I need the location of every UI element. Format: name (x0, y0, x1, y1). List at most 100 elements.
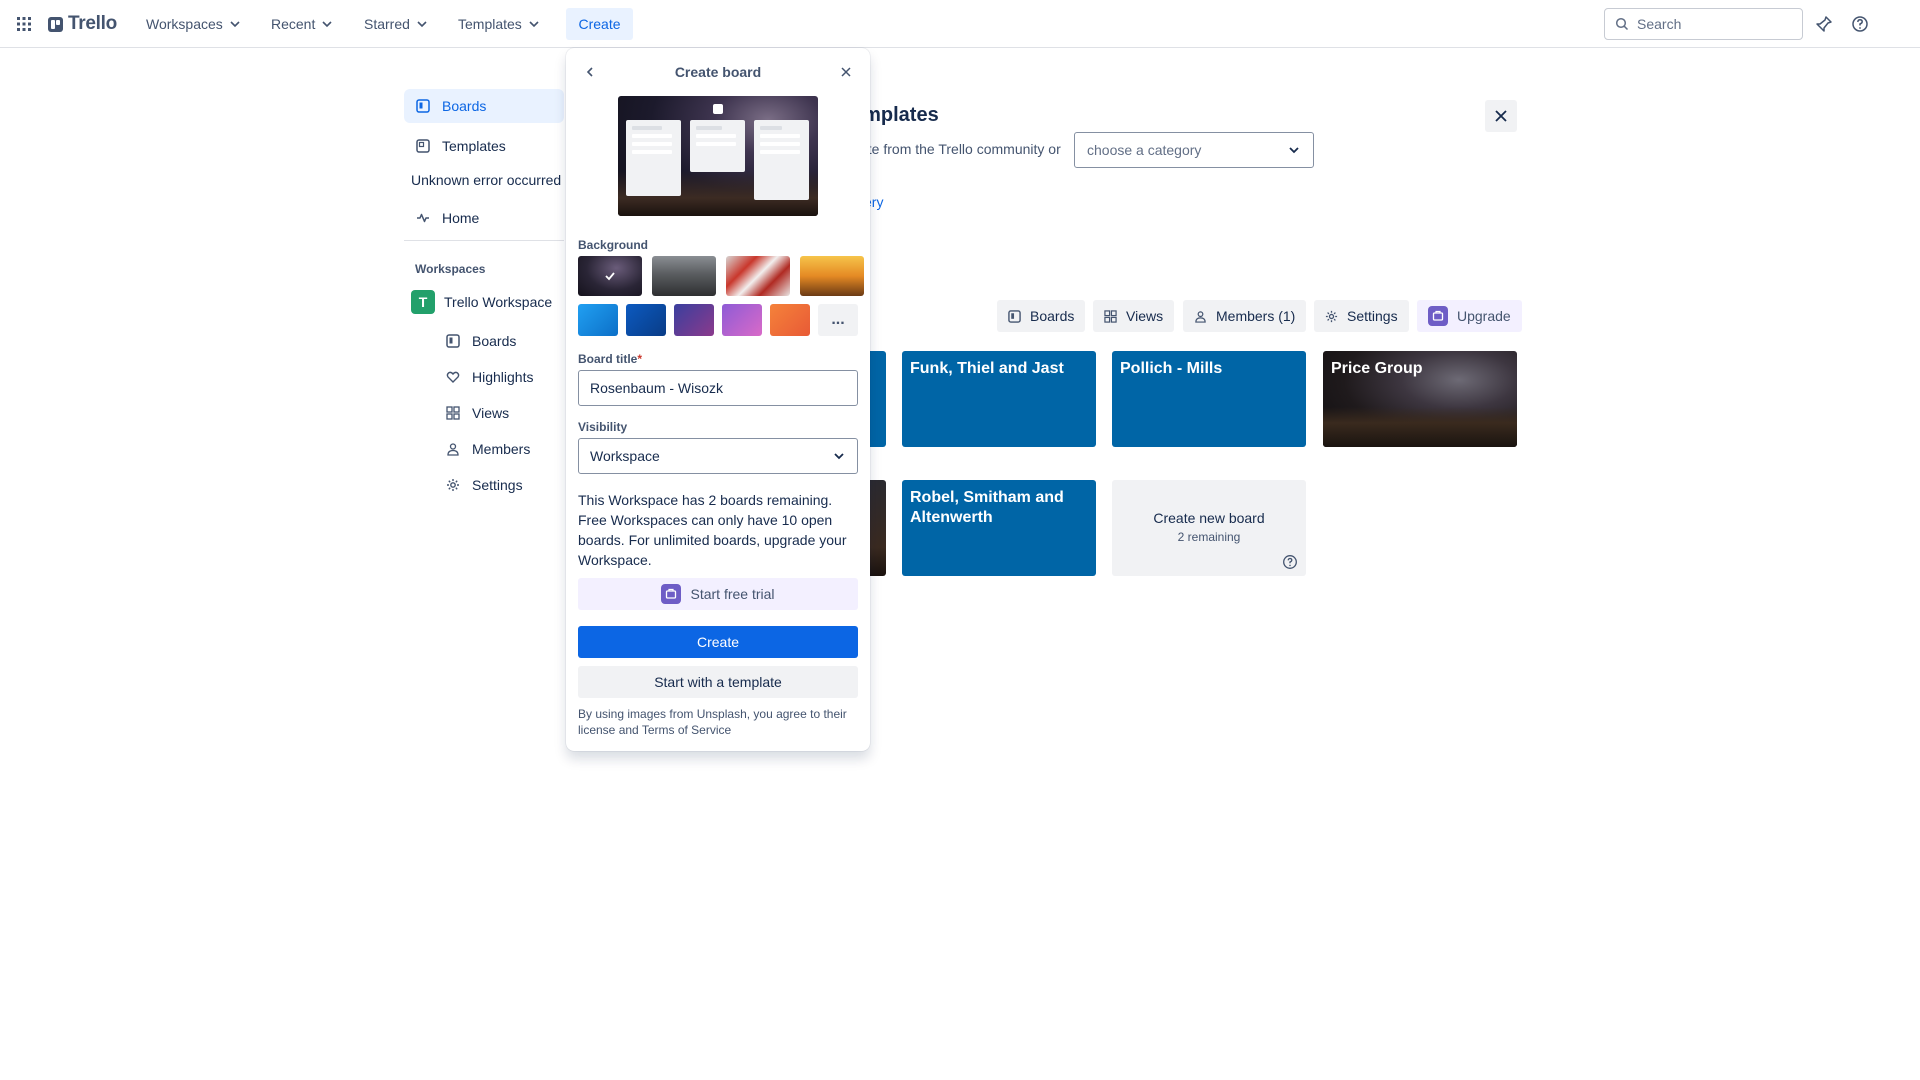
board-tile[interactable]: Pollich - Mills (1112, 351, 1306, 447)
start-free-trial-button[interactable]: Start free trial (578, 578, 858, 610)
board-icon (416, 99, 430, 113)
sidebar-divider (404, 240, 564, 241)
workspace-item-label: Members (472, 441, 531, 457)
activity-icon (417, 213, 429, 223)
background-color-option[interactable] (770, 304, 810, 336)
help-icon[interactable] (1848, 12, 1872, 36)
board-preview (618, 96, 818, 216)
members-icon (447, 443, 459, 456)
menu-workspaces[interactable]: Workspaces (144, 9, 243, 39)
create-button[interactable]: Create (566, 8, 633, 40)
visibility-value: Workspace (590, 448, 660, 464)
workspace-item-label: Highlights (472, 369, 534, 385)
sidebar-item-label: Boards (442, 98, 487, 114)
background-photo-option[interactable] (652, 256, 716, 296)
chevron-down-icon (529, 21, 539, 28)
board-tile[interactable]: Price Group (1323, 351, 1517, 447)
search-input[interactable]: Search (1604, 8, 1803, 40)
tab-upgrade[interactable]: Upgrade (1417, 300, 1522, 332)
unsplash-legal-text: By using images from Unsplash, you agree… (578, 707, 847, 737)
background-label: Background (578, 238, 649, 252)
chevron-down-icon (322, 21, 332, 28)
tab-views[interactable]: Views (1093, 300, 1175, 332)
board-tile[interactable]: Robel, Smitham and Altenwerth (902, 480, 1096, 576)
visibility-select[interactable]: Workspace (578, 438, 858, 474)
create-new-board-tile[interactable]: Create new board 2 remaining (1112, 480, 1306, 576)
tab-label: Settings (1347, 308, 1398, 324)
checkmark-icon (605, 272, 615, 281)
required-marker: * (637, 352, 643, 366)
board-tile[interactable]: Funk, Thiel and Jast (902, 351, 1096, 447)
trello-logo[interactable]: Trello (48, 12, 117, 36)
category-select-placeholder: choose a category (1087, 142, 1202, 158)
workspace-item-settings[interactable]: Settings (446, 473, 523, 497)
background-color-option[interactable] (626, 304, 666, 336)
trello-logo-icon (713, 104, 723, 114)
workspace-item[interactable]: T Trello Workspace (411, 290, 552, 314)
board-title: Funk, Thiel and Jast (910, 360, 1064, 377)
background-photo-option[interactable] (578, 256, 642, 296)
close-templates-button[interactable] (1485, 100, 1517, 132)
menu-starred-label: Starred (364, 16, 410, 32)
category-select[interactable]: choose a category (1074, 132, 1314, 168)
visibility-label: Visibility (578, 420, 628, 434)
boards-remaining-label: 2 remaining (1177, 530, 1241, 544)
board-title: Robel, Smitham and Altenwerth (910, 489, 1064, 526)
chevron-down-icon (834, 453, 844, 460)
tab-members[interactable]: Members (1) (1183, 300, 1307, 332)
more-backgrounds-button[interactable]: ... (818, 304, 858, 336)
start-with-template-button[interactable]: Start with a template (578, 666, 858, 698)
background-color-option[interactable] (674, 304, 714, 336)
help-icon[interactable] (1282, 554, 1298, 570)
gear-icon (1325, 310, 1338, 322)
create-board-submit-button[interactable]: Create (578, 626, 858, 658)
board-title: Pollich - Mills (1120, 360, 1223, 377)
workspace-item-views[interactable]: Views (446, 401, 509, 425)
boards-remaining-info: This Workspace has 2 boards remaining. F… (578, 492, 847, 568)
template-icon (416, 139, 430, 153)
tab-settings[interactable]: Settings (1314, 300, 1409, 332)
create-new-board-label: Create new board (1153, 510, 1265, 526)
workspace-item-members[interactable]: Members (446, 437, 530, 461)
popover-title: Create board (674, 64, 762, 80)
sidebar-item-boards[interactable]: Boards (404, 89, 564, 123)
workspace-item-label: Settings (472, 477, 523, 493)
board-icon (1008, 309, 1021, 323)
menu-templates[interactable]: Templates (456, 9, 542, 39)
close-popover-button[interactable] (834, 60, 858, 84)
tab-boards[interactable]: Boards (997, 300, 1086, 332)
board-title-input[interactable]: Rosenbaum - Wisozk (578, 370, 858, 406)
start-free-trial-label: Start free trial (690, 586, 775, 602)
top-navigation-bar: Trello Workspaces Recent Starred Templat… (0, 0, 1920, 48)
tab-label: Upgrade (1457, 308, 1511, 324)
trello-logo-icon (48, 16, 63, 32)
workspace-item-label: Views (472, 405, 510, 421)
board-title-label-text: Board title (578, 352, 638, 366)
app-switcher-icon[interactable] (12, 12, 36, 36)
menu-recent[interactable]: Recent (269, 9, 335, 39)
close-icon (841, 67, 851, 77)
search-icon (1615, 17, 1629, 31)
chevron-down-icon (417, 21, 427, 28)
upgrade-icon (1428, 306, 1448, 326)
notifications-icon[interactable] (1812, 12, 1836, 36)
background-photo-option[interactable] (726, 256, 790, 296)
workspace-item-boards[interactable]: Boards (446, 329, 516, 353)
create-board-popover: Create board Background ... Board title*… (566, 48, 870, 751)
background-color-option[interactable] (722, 304, 762, 336)
menu-recent-label: Recent (271, 16, 316, 32)
sidebar-item-home[interactable]: Home (404, 201, 564, 235)
menu-workspaces-label: Workspaces (146, 16, 223, 32)
member-icon (1195, 310, 1206, 323)
grid-icon (1104, 309, 1117, 323)
preview-list (690, 120, 745, 172)
background-color-option[interactable] (578, 304, 618, 336)
background-photo-option[interactable] (800, 256, 864, 296)
sidebar-item-templates[interactable]: Templates (404, 129, 564, 163)
chevron-down-icon (230, 21, 240, 28)
menu-starred[interactable]: Starred (362, 9, 430, 39)
preview-list (626, 120, 681, 196)
sidebar-item-label: Templates (442, 138, 506, 154)
tab-label: Boards (1030, 308, 1075, 324)
workspace-item-highlights[interactable]: Highlights (446, 365, 533, 389)
